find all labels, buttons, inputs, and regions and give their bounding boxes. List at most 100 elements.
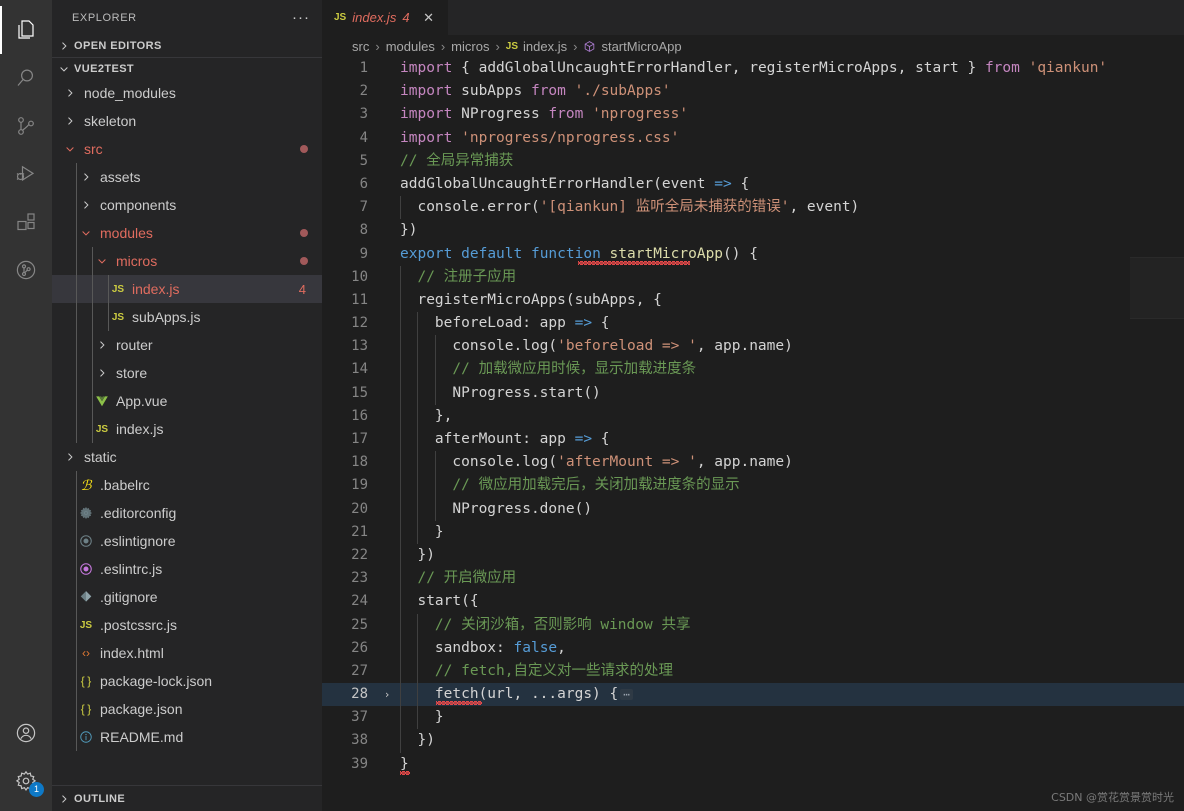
tree-item-label: subApps.js	[132, 309, 322, 325]
code-line[interactable]: 7 console.error('[qiankun] 监听全局未捕获的错误', …	[322, 196, 1184, 219]
chevron-right-icon	[60, 87, 80, 99]
code-token: // fetch,自定义对一些请求的处理	[400, 663, 673, 679]
sidebar-section-outline[interactable]: OUTLINE	[52, 785, 322, 811]
tree-folder-static[interactable]: static	[52, 443, 322, 471]
tree-folder-modules[interactable]: modules	[52, 219, 322, 247]
tree-file-index-html[interactable]: ‹›index.html	[52, 639, 322, 667]
code-line[interactable]: 18 console.log('afterMount => ', app.nam…	[322, 451, 1184, 474]
tree-file-eslintignore[interactable]: .eslintignore	[52, 527, 322, 555]
code-line[interactable]: 37 }	[322, 706, 1184, 729]
activity-bar-item-search[interactable]	[0, 54, 52, 102]
tree-file-app-vue[interactable]: App.vue	[52, 387, 322, 415]
code-token: from	[985, 60, 1020, 76]
indent-guide	[400, 637, 401, 660]
breadcrumb-item-src[interactable]: src	[352, 39, 369, 54]
code-line[interactable]: 22 })	[322, 544, 1184, 567]
code-line[interactable]: 25 // 关闭沙箱，否则影响 window 共享	[322, 614, 1184, 637]
indent-guide	[76, 527, 77, 555]
tree-folder-src[interactable]: src	[52, 135, 322, 163]
indent-guide	[92, 331, 93, 359]
tree-folder-assets[interactable]: assets	[52, 163, 322, 191]
activity-bar-item-accounts[interactable]	[0, 709, 52, 757]
tree-file-readme-md[interactable]: README.md	[52, 723, 322, 751]
code-text: console.error('[qiankun] 监听全局未捕获的错误', ev…	[396, 196, 1184, 219]
indent-guide	[417, 706, 418, 729]
breadcrumb-item-index-js[interactable]: JSindex.js	[506, 39, 567, 54]
fold-chevron-icon[interactable]: ›	[378, 683, 396, 706]
code-line[interactable]: 1import { addGlobalUncaughtErrorHandler,…	[322, 57, 1184, 80]
code-line[interactable]: 6addGlobalUncaughtErrorHandler(event => …	[322, 173, 1184, 196]
close-icon[interactable]: ✕	[420, 9, 438, 27]
indent-guide	[92, 247, 93, 275]
indent-guide	[417, 660, 418, 683]
code-token: from	[531, 83, 566, 99]
tree-folder-components[interactable]: components	[52, 191, 322, 219]
code-line[interactable]: 38 })	[322, 729, 1184, 752]
code-line[interactable]: 20 NProgress.done()	[322, 498, 1184, 521]
line-number: 23	[322, 567, 378, 590]
code-line[interactable]: 17 afterMount: app => {	[322, 428, 1184, 451]
code-token	[583, 106, 592, 122]
code-line[interactable]: 15 NProgress.start()	[322, 382, 1184, 405]
code-line[interactable]: 14 // 加载微应用时候，显示加载进度条	[322, 358, 1184, 381]
tree-item-label: index.js	[116, 421, 322, 437]
tree-file-postcssrc-js[interactable]: JS.postcssrc.js	[52, 611, 322, 639]
code-line[interactable]: 16 },	[322, 405, 1184, 428]
code-line[interactable]: 21 }	[322, 521, 1184, 544]
activity-bar-item-explorer[interactable]	[0, 6, 52, 54]
indent-guide	[400, 428, 401, 451]
code-line[interactable]: 28› fetch(url, ...args) {⋯	[322, 683, 1184, 706]
tree-folder-store[interactable]: store	[52, 359, 322, 387]
code-line[interactable]: 13 console.log('beforeload => ', app.nam…	[322, 335, 1184, 358]
code-line[interactable]: 12 beforeLoad: app => {	[322, 312, 1184, 335]
sidebar-more-actions-button[interactable]: ···	[292, 13, 310, 23]
breadcrumb-item-startmicroapp[interactable]: startMicroApp	[583, 39, 681, 54]
code-line[interactable]: 10 // 注册子应用	[322, 266, 1184, 289]
code-token: // 关闭沙箱，否则影响 window 共享	[400, 617, 690, 633]
tree-folder-skeleton[interactable]: skeleton	[52, 107, 322, 135]
code-line[interactable]: 2import subApps from './subApps'	[322, 80, 1184, 103]
activity-bar-item-run-and-debug[interactable]	[0, 150, 52, 198]
collapsed-region-indicator[interactable]: ⋯	[620, 689, 633, 700]
indent-guide	[435, 335, 436, 358]
tree-folder-micros[interactable]: micros	[52, 247, 322, 275]
code-line[interactable]: 8})	[322, 219, 1184, 242]
code-line[interactable]: 9export default function startMicroApp()…	[322, 243, 1184, 266]
extensions-icon	[14, 210, 38, 234]
code-line[interactable]: 24 start({	[322, 590, 1184, 613]
tree-file-eslintrc-js[interactable]: .eslintrc.js	[52, 555, 322, 583]
activity-bar-item-source-control[interactable]	[0, 102, 52, 150]
tree-file-package-json[interactable]: { }package.json	[52, 695, 322, 723]
code-line[interactable]: 19 // 微应用加载完后，关闭加载进度条的显示	[322, 474, 1184, 497]
code-line[interactable]: 11 registerMicroApps(subApps, {	[322, 289, 1184, 312]
tree-file-gitignore[interactable]: .gitignore	[52, 583, 322, 611]
code-line[interactable]: 23 // 开启微应用	[322, 567, 1184, 590]
activity-bar-item-extensions[interactable]	[0, 198, 52, 246]
breadcrumb-item-micros[interactable]: micros	[451, 39, 489, 54]
tree-file-subapps-js[interactable]: JSsubApps.js	[52, 303, 322, 331]
code-line[interactable]: 39}	[322, 753, 1184, 776]
tree-folder-router[interactable]: router	[52, 331, 322, 359]
editor-tab-index-js[interactable]: JS index.js 4 ✕	[322, 0, 449, 35]
tree-file-index-js[interactable]: JSindex.js4	[52, 275, 322, 303]
tree-file-package-lock-json[interactable]: { }package-lock.json	[52, 667, 322, 695]
code-line[interactable]: 3import NProgress from 'nprogress'	[322, 103, 1184, 126]
breadcrumb-item-modules[interactable]: modules	[386, 39, 435, 54]
activity-bar-item-timeline[interactable]	[0, 246, 52, 294]
sidebar-section-vue2test[interactable]: VUE2TEST	[52, 57, 322, 79]
code-line[interactable]: 5// 全局异常捕获	[322, 150, 1184, 173]
tree-item-label: static	[84, 449, 322, 465]
code-line[interactable]: 27 // fetch,自定义对一些请求的处理	[322, 660, 1184, 683]
tree-file-editorconfig[interactable]: .editorconfig	[52, 499, 322, 527]
code-editor[interactable]: 1import { addGlobalUncaughtErrorHandler,…	[322, 57, 1184, 811]
tree-file-babelrc[interactable]: ℬ.babelrc	[52, 471, 322, 499]
code-line[interactable]: 4import 'nprogress/nprogress.css'	[322, 127, 1184, 150]
activity-bar-item-manage[interactable]: 1	[0, 757, 52, 805]
code-token: '[qiankun] 监听全局未捕获的错误'	[540, 199, 790, 215]
tree-file-index-js[interactable]: JSindex.js	[52, 415, 322, 443]
tree-folder-node-modules[interactable]: node_modules	[52, 79, 322, 107]
code-token: NProgress.done()	[400, 501, 592, 517]
sidebar-section-open-editors[interactable]: OPEN EDITORS	[52, 35, 322, 57]
code-line[interactable]: 26 sandbox: false,	[322, 637, 1184, 660]
code-token: , app.name)	[697, 454, 793, 470]
